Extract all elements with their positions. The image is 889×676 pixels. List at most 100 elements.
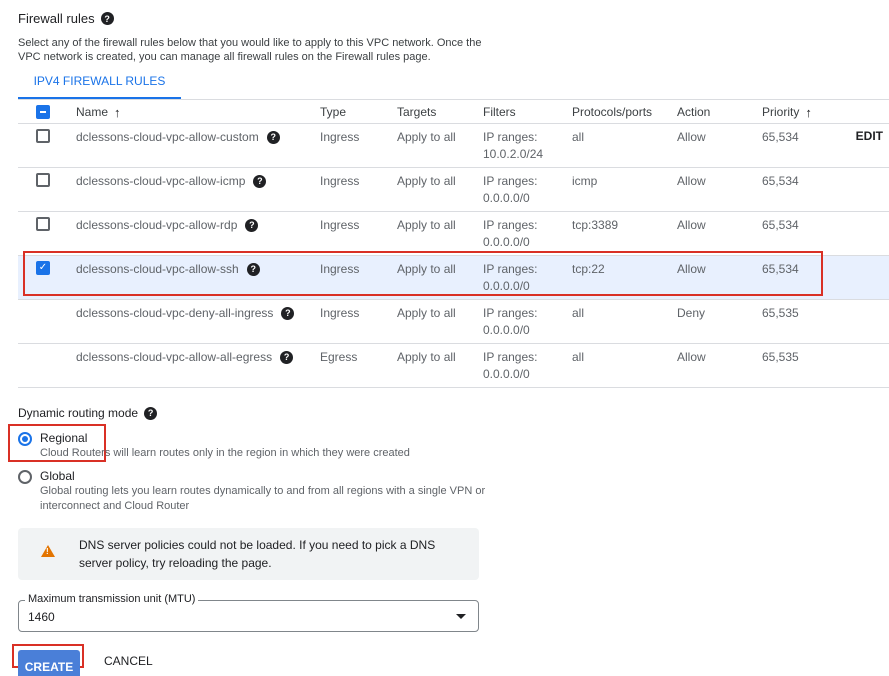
rule-protocols: tcp:3389 [572,217,618,234]
filter-label: IP ranges: [483,174,537,188]
rule-name-cell: dclessons-cloud-vpc-deny-all-ingress ? [76,305,294,322]
dynamic-routing-heading: Dynamic routing mode ? [18,406,157,420]
firewall-rules-table: Name ↑ Type Targets Filters Protocols/po… [18,99,889,388]
rule-priority: 65,535 [762,305,799,322]
filter-range: 0.0.0.0/0 [483,235,530,249]
rule-name-cell: dclessons-cloud-vpc-allow-rdp ? [76,217,258,234]
firewall-rules-title: Firewall rules [18,11,95,26]
rule-action: Deny [677,305,705,322]
alert-text: DNS server policies could not be loaded.… [79,536,469,572]
rule-name: dclessons-cloud-vpc-allow-custom [76,129,259,146]
radio-regional-label: Regional [40,431,410,446]
radio-regional-text: Regional Cloud Routers will learn routes… [40,431,410,461]
rule-targets: Apply to all [397,173,456,190]
filter-label: IP ranges: [483,306,537,320]
rule-filters: IP ranges: 0.0.0.0/0 [483,305,537,339]
mtu-select[interactable]: Maximum transmission unit (MTU) 1460 [18,600,479,632]
filter-label: IP ranges: [483,130,537,144]
help-icon[interactable]: ? [281,307,294,320]
row-checkbox[interactable] [36,217,50,231]
tab-ipv4-firewall-rules[interactable]: IPV4 FIREWALL RULES [18,71,181,99]
rule-name-cell: dclessons-cloud-vpc-allow-icmp ? [76,173,266,190]
rule-filters: IP ranges: 0.0.0.0/0 [483,217,537,251]
rule-priority: 65,534 [762,173,799,190]
rule-protocols: all [572,349,584,366]
edit-button[interactable]: EDIT [856,129,883,143]
column-priority-label: Priority [762,104,799,121]
dropdown-arrow-icon[interactable] [456,614,466,619]
table-row: dclessons-cloud-vpc-allow-all-egress ? E… [18,344,889,388]
radio-regional-hint: Cloud Routers will learn routes only in … [40,446,410,461]
column-name-label: Name [76,104,108,121]
rule-name-cell: dclessons-cloud-vpc-allow-all-egress ? [76,349,293,366]
rule-targets: Apply to all [397,349,456,366]
rule-filters: IP ranges: 0.0.0.0/0 [483,349,537,383]
table-row[interactable]: dclessons-cloud-vpc-allow-icmp ? Ingress… [18,168,889,212]
sort-arrow-icon[interactable]: ↑ [805,104,812,121]
rule-filters: IP ranges:0.0.0.0/0 [483,173,537,207]
rule-name: dclessons-cloud-vpc-allow-rdp [76,217,237,234]
row-checkbox[interactable] [36,129,50,143]
rule-priority: 65,534 [762,129,799,146]
mtu-label: Maximum transmission unit (MTU) [25,593,198,605]
rule-type: Egress [320,349,357,366]
rule-protocols: all [572,305,584,322]
column-header-protocols: Protocols/ports [572,104,652,121]
filter-range: 0.0.0.0/0 [483,323,530,337]
select-all-checkbox[interactable] [36,105,50,119]
rule-type: Ingress [320,173,359,190]
dns-warning-alert: ! DNS server policies could not be loade… [18,528,479,580]
table-header: Name ↑ Type Targets Filters Protocols/po… [18,99,889,124]
rule-name: dclessons-cloud-vpc-deny-all-ingress [76,305,273,322]
rule-action: Allow [677,173,706,190]
rule-targets: Apply to all [397,305,456,322]
rule-targets: Apply to all [397,217,456,234]
filter-label: IP ranges: [483,350,537,364]
column-header-targets: Targets [397,104,436,121]
rule-filters: IP ranges: 10.0.2.0/24 [483,129,543,163]
help-icon[interactable]: ? [144,407,157,420]
rule-priority: 65,534 [762,217,799,234]
filter-range: 0.0.0.0/0 [483,367,530,381]
rule-name-cell: dclessons-cloud-vpc-allow-custom ? [76,129,280,146]
column-header-name[interactable]: Name ↑ [76,104,121,121]
mtu-value: 1460 [28,610,55,624]
rule-priority: 65,535 [762,349,799,366]
rule-type: Ingress [320,305,359,322]
filter-label: IP ranges: [483,218,537,232]
radio-button[interactable] [18,470,32,484]
table-row[interactable]: dclessons-cloud-vpc-allow-custom ? Ingre… [18,124,889,168]
row-checkbox[interactable] [36,173,50,187]
firewall-rules-heading: Firewall rules ? [18,11,114,26]
filter-range: 10.0.2.0/24 [483,147,543,161]
help-icon[interactable]: ? [280,351,293,364]
rule-name: dclessons-cloud-vpc-allow-all-egress [76,349,272,366]
rule-type: Ingress [320,129,359,146]
rule-action: Allow [677,129,706,146]
rule-action: Allow [677,217,706,234]
help-icon[interactable]: ? [267,131,280,144]
tab-label: IPV4 FIREWALL RULES [18,71,181,91]
create-button[interactable]: CREATE [18,650,80,676]
help-icon[interactable]: ? [245,219,258,232]
rule-action: Allow [677,349,706,366]
column-header-type: Type [320,104,346,121]
firewall-rules-description: Select any of the firewall rules below t… [18,36,483,64]
column-header-filters: Filters [483,104,516,121]
table-row: dclessons-cloud-vpc-deny-all-ingress ? I… [18,300,889,344]
radio-global[interactable]: Global Global routing lets you learn rou… [18,469,490,514]
cancel-button[interactable]: CANCEL [104,654,153,668]
radio-regional[interactable]: Regional Cloud Routers will learn routes… [18,431,410,461]
radio-button-selected[interactable] [18,432,32,446]
column-header-priority[interactable]: Priority ↑ [762,104,812,121]
rule-protocols: all [572,129,584,146]
help-icon[interactable]: ? [101,12,114,25]
radio-global-hint: Global routing lets you learn routes dyn… [40,484,490,514]
rule-type: Ingress [320,217,359,234]
sort-arrow-icon[interactable]: ↑ [114,104,121,121]
help-icon[interactable]: ? [253,175,266,188]
table-row[interactable]: dclessons-cloud-vpc-allow-rdp ? Ingress … [18,212,889,256]
rule-targets: Apply to all [397,129,456,146]
warning-icon-mark: ! [46,547,49,556]
dynamic-routing-title: Dynamic routing mode [18,406,138,420]
